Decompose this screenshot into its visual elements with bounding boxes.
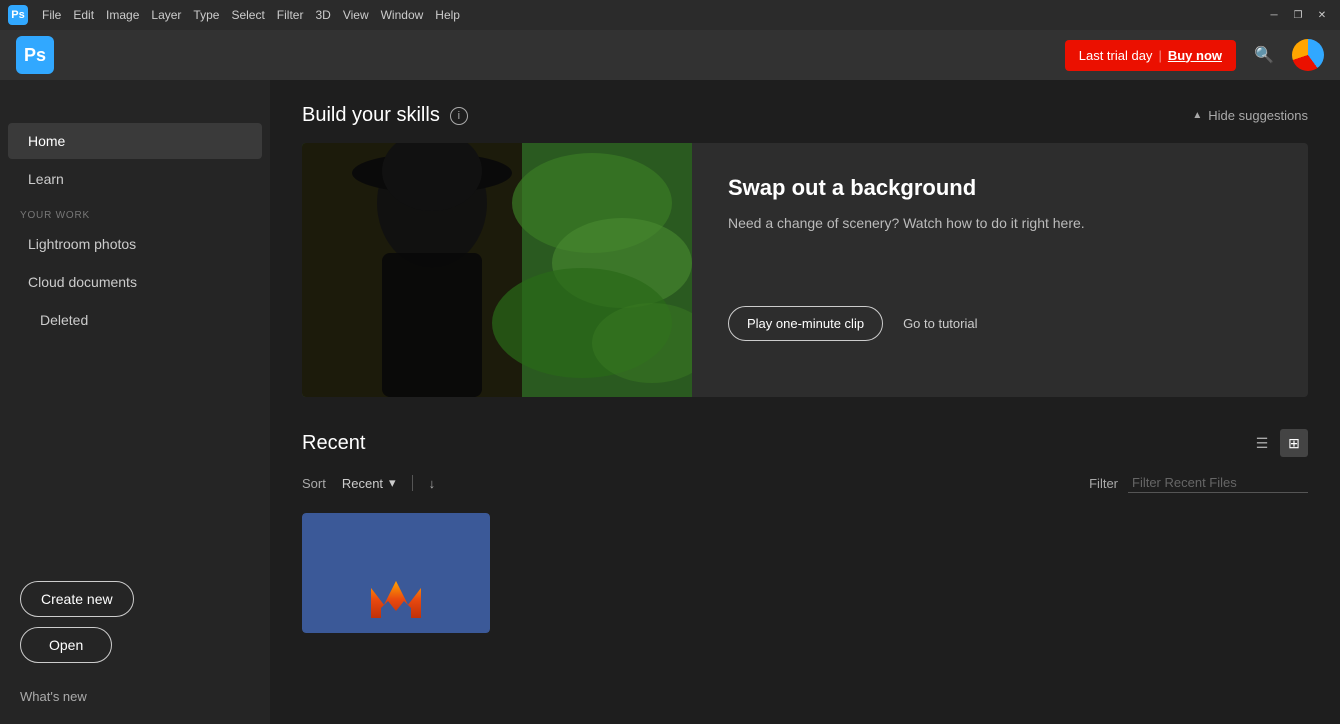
user-avatar[interactable] <box>1292 39 1324 71</box>
filter-input[interactable] <box>1128 473 1308 493</box>
sidebar-item-home[interactable]: Home <box>8 123 262 159</box>
minimize-button[interactable]: ─ <box>1264 5 1284 25</box>
menu-view[interactable]: View <box>343 8 369 22</box>
grid-view-button[interactable]: ⊞ <box>1280 429 1308 457</box>
menu-help[interactable]: Help <box>435 8 460 22</box>
create-new-button[interactable]: Create new <box>20 581 134 617</box>
sidebar: Home Learn YOUR WORK Lightroom photos Cl… <box>0 80 270 724</box>
info-icon[interactable]: i <box>450 107 468 125</box>
menu-type[interactable]: Type <box>193 8 219 22</box>
hide-suggestions-label: Hide suggestions <box>1208 108 1308 123</box>
sidebar-item-deleted[interactable]: Deleted <box>8 302 262 338</box>
close-button[interactable]: ✕ <box>1312 5 1332 25</box>
sort-chevron-icon: ▾ <box>389 475 396 491</box>
menu-layer[interactable]: Layer <box>151 8 181 22</box>
menu-window[interactable]: Window <box>381 8 424 22</box>
hide-chevron-icon: ▲ <box>1192 110 1202 121</box>
trial-label: Last trial day <box>1079 48 1153 63</box>
main-content: Build your skills i ▲ Hide suggestions <box>270 80 1340 724</box>
menu-edit[interactable]: Edit <box>73 8 94 22</box>
restore-button[interactable]: ❐ <box>1288 5 1308 25</box>
appbar: Ps Last trial day | Buy now 🔍 <box>0 30 1340 80</box>
sort-label: Sort <box>302 476 326 491</box>
skill-card: Swap out a background Need a change of s… <box>302 143 1308 397</box>
skill-card-image-inner <box>302 143 692 397</box>
sidebar-item-lightroom[interactable]: Lightroom photos <box>8 226 262 262</box>
sort-bar: Sort Recent ▾ ↓ Filter <box>302 473 1308 493</box>
menu-bar: File Edit Image Layer Type Select Filter… <box>42 8 460 22</box>
appbar-right: Last trial day | Buy now 🔍 <box>1065 39 1324 71</box>
sidebar-item-cloud[interactable]: Cloud documents <box>8 264 262 300</box>
sidebar-whats-new[interactable]: What's new <box>0 679 270 714</box>
recent-title: Recent <box>302 432 365 455</box>
sort-value: Recent <box>342 476 383 491</box>
skills-header: Build your skills i ▲ Hide suggestions <box>302 104 1308 127</box>
menu-select[interactable]: Select <box>231 8 264 22</box>
list-view-button[interactable]: ☰ <box>1248 429 1276 457</box>
main-layout: Home Learn YOUR WORK Lightroom photos Cl… <box>0 80 1340 724</box>
recent-files-grid <box>302 513 1308 633</box>
skills-title-text: Build your skills <box>302 104 440 127</box>
menu-image[interactable]: Image <box>106 8 139 22</box>
recent-file-thumbnail <box>302 513 490 633</box>
skill-card-title: Swap out a background <box>728 175 1272 201</box>
sort-dropdown[interactable]: Recent ▾ <box>342 475 396 491</box>
menu-filter[interactable]: Filter <box>277 8 304 22</box>
m-logo <box>366 575 426 623</box>
skill-card-actions: Play one-minute clip Go to tutorial <box>728 306 1272 341</box>
thumbnail-background <box>302 513 490 633</box>
trial-button[interactable]: Last trial day | Buy now <box>1065 40 1236 71</box>
sidebar-section-your-work: YOUR WORK <box>0 198 270 225</box>
skills-title-group: Build your skills i <box>302 104 468 127</box>
recent-file-item[interactable] <box>302 513 490 633</box>
go-to-tutorial-button[interactable]: Go to tutorial <box>903 316 977 331</box>
sidebar-item-learn[interactable]: Learn <box>8 161 262 197</box>
titlebar-left: Ps File Edit Image Layer Type Select Fil… <box>8 5 460 25</box>
skill-card-description: Need a change of scenery? Watch how to d… <box>728 213 1272 234</box>
menu-3d[interactable]: 3D <box>315 8 330 22</box>
titlebar-controls: ─ ❐ ✕ <box>1264 5 1332 25</box>
sidebar-actions <box>0 90 270 122</box>
sidebar-buttons: Create new Open <box>0 565 270 679</box>
appbar-logo: Ps <box>16 36 54 74</box>
sort-direction-button[interactable]: ↓ <box>429 476 436 491</box>
play-clip-button[interactable]: Play one-minute clip <box>728 306 883 341</box>
filter-section: Filter <box>1089 473 1308 493</box>
photoshop-logo: Ps <box>16 36 54 74</box>
list-view-icon: ☰ <box>1256 435 1269 452</box>
skill-card-content: Swap out a background Need a change of s… <box>692 143 1308 397</box>
ps-icon-small: Ps <box>8 5 28 25</box>
titlebar: Ps File Edit Image Layer Type Select Fil… <box>0 0 1340 30</box>
open-button[interactable]: Open <box>20 627 112 663</box>
recent-header: Recent ☰ ⊞ <box>302 429 1308 457</box>
view-toggle: ☰ ⊞ <box>1248 429 1308 457</box>
sort-divider <box>412 475 413 491</box>
filter-label: Filter <box>1089 476 1118 491</box>
sidebar-spacer <box>0 339 270 565</box>
search-icon: 🔍 <box>1254 45 1274 65</box>
search-button[interactable]: 🔍 <box>1248 39 1280 71</box>
grid-view-icon: ⊞ <box>1288 435 1300 452</box>
skill-card-image <box>302 143 692 397</box>
buy-now-link[interactable]: Buy now <box>1168 48 1222 63</box>
trial-divider: | <box>1158 48 1161 63</box>
menu-file[interactable]: File <box>42 8 61 22</box>
hide-suggestions-button[interactable]: ▲ Hide suggestions <box>1192 108 1308 123</box>
